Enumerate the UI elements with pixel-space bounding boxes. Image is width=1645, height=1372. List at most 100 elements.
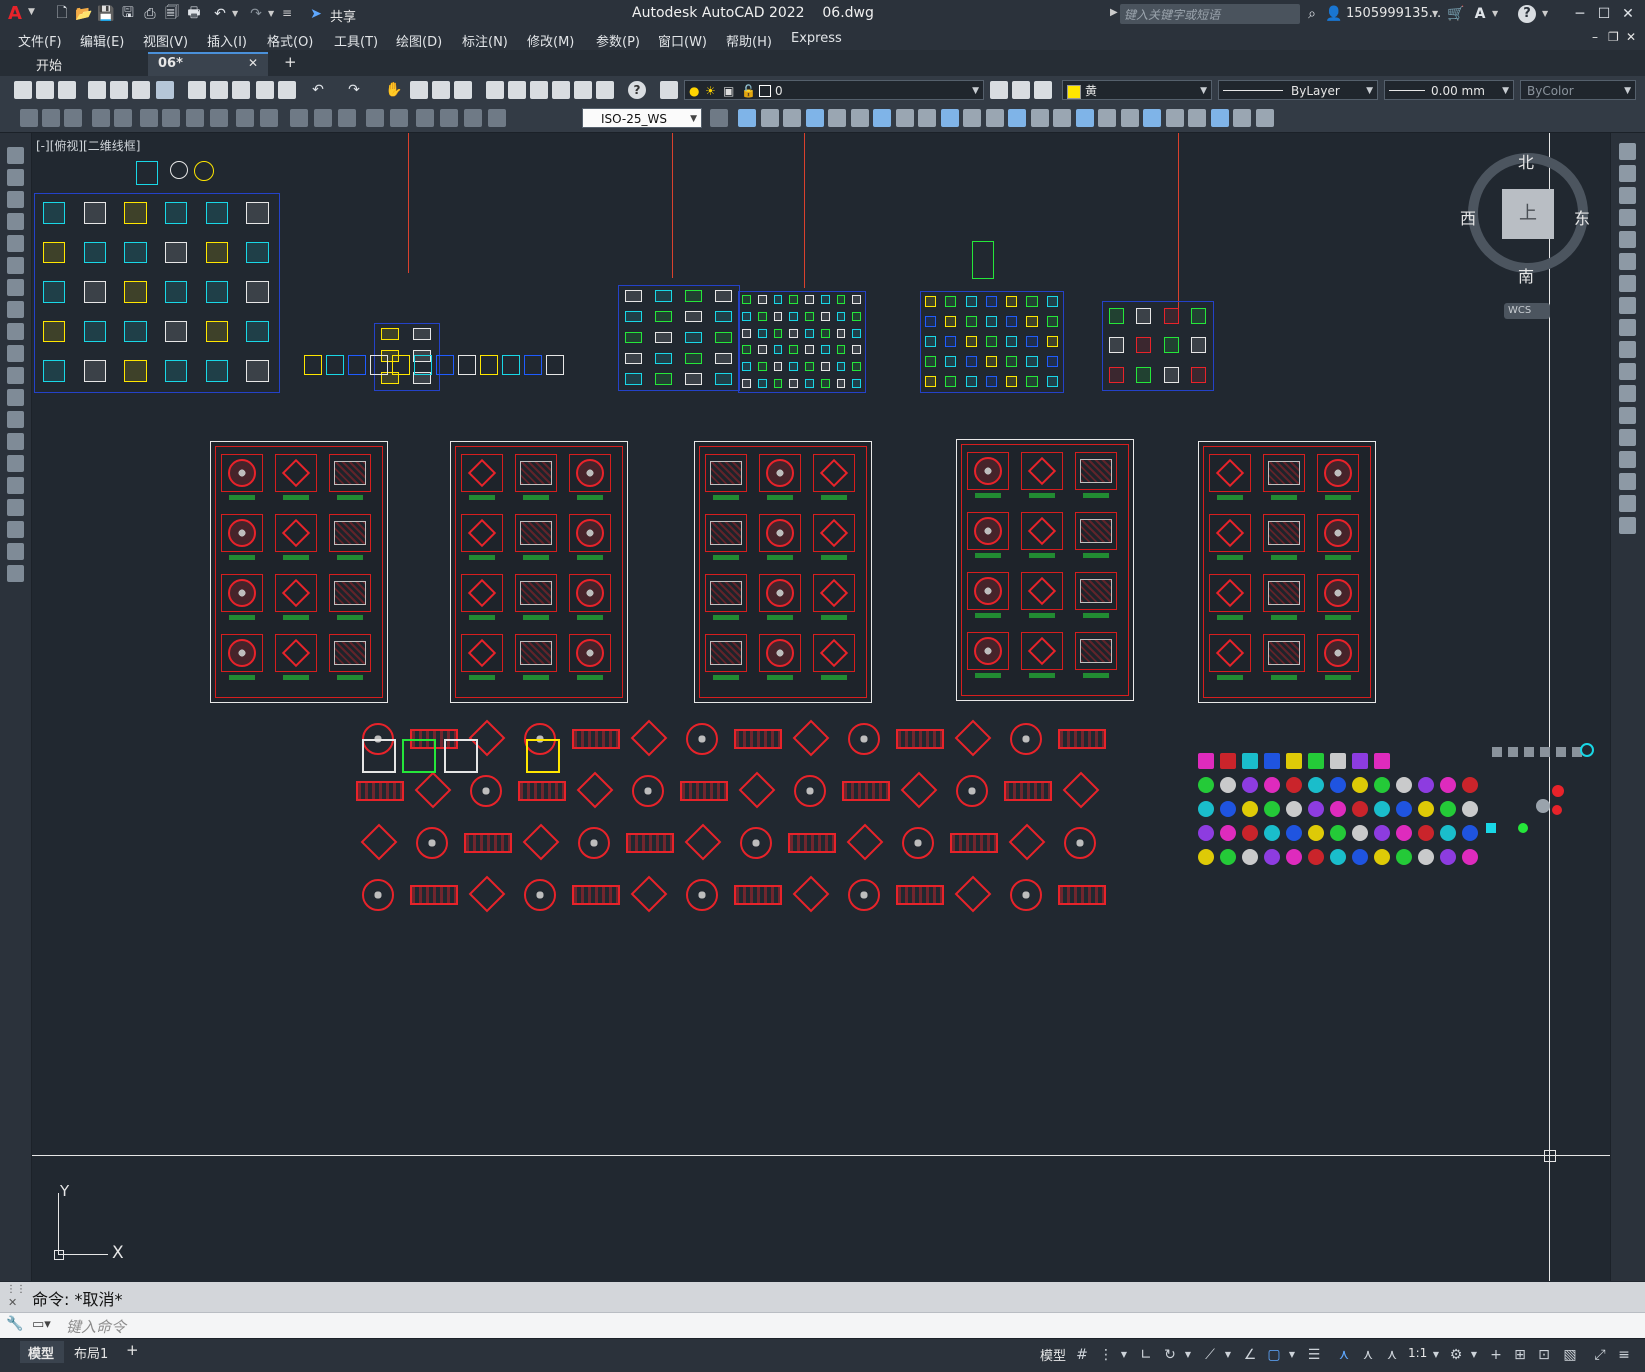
viewcube-north[interactable]: 北 — [1518, 149, 1534, 173]
dim-aligned-icon[interactable] — [42, 109, 60, 127]
qnew-icon[interactable] — [14, 81, 32, 99]
inspect-icon[interactable] — [390, 109, 408, 127]
construction-line-icon[interactable] — [7, 169, 24, 186]
dim-space-icon[interactable] — [290, 109, 308, 127]
open-web-icon[interactable]: 🗐 — [162, 4, 182, 24]
stretch-side-icon[interactable] — [1619, 319, 1636, 336]
copy-icon[interactable] — [210, 81, 228, 99]
group-icon[interactable] — [1143, 109, 1161, 127]
polar-icon[interactable]: ↻ — [1162, 1347, 1178, 1363]
layer-previous-icon[interactable] — [1012, 81, 1030, 99]
redo-tool-icon[interactable]: ↷ — [344, 80, 364, 100]
make-block-icon[interactable] — [7, 411, 24, 428]
app-menu-arrow-icon[interactable]: ▼ — [28, 7, 35, 17]
open-icon[interactable] — [36, 81, 54, 99]
grid-icon[interactable]: # — [1074, 1347, 1090, 1363]
dim-jogged-icon[interactable] — [140, 109, 158, 127]
menu-express[interactable]: Express — [791, 31, 842, 46]
quick-dim-icon[interactable] — [210, 109, 228, 127]
dimstyle-dropdown[interactable]: ISO-25_WS ▼ — [582, 108, 702, 128]
move-side-icon[interactable] — [1619, 253, 1636, 270]
annotation-scale-dropdown-icon[interactable]: ▼ — [1428, 1347, 1444, 1363]
minimize-icon[interactable]: ─ — [1570, 4, 1590, 24]
stretch-icon[interactable] — [918, 109, 936, 127]
isodraft-icon[interactable]: ⟋ — [1202, 1347, 1218, 1363]
calculator-icon[interactable] — [596, 81, 614, 99]
workspace-gear-icon[interactable]: ⚙ — [1448, 1347, 1464, 1363]
drawing-canvas[interactable]: [-][俯视][二维线框] 北 南 东 西 上 WCS Y X — [32, 133, 1610, 1281]
menu-help[interactable]: 帮助(H) — [726, 31, 772, 50]
undo-icon[interactable]: ↶ — [210, 4, 230, 24]
fillet-side-icon[interactable] — [1619, 473, 1636, 490]
dim-text-edit-icon[interactable] — [464, 109, 482, 127]
doc-restore-icon[interactable]: ❐ — [1608, 30, 1619, 44]
mirror-icon[interactable] — [783, 109, 801, 127]
customize-icon[interactable]: 🔧 — [6, 1316, 23, 1332]
lineweight-display-icon[interactable]: ☰ — [1306, 1347, 1322, 1363]
customize-status-icon[interactable]: ≡ — [1616, 1347, 1632, 1363]
break-side-icon[interactable] — [1619, 407, 1636, 424]
menu-window[interactable]: 窗口(W) — [658, 31, 707, 50]
arc-icon[interactable] — [7, 257, 24, 274]
model-space-button[interactable]: 模型 — [1040, 1345, 1066, 1364]
annotation-monitor-icon[interactable]: + — [1488, 1347, 1504, 1363]
spline-icon[interactable] — [7, 323, 24, 340]
clean-screen-icon[interactable]: ⤢ — [1592, 1347, 1608, 1363]
dim-baseline-icon[interactable] — [236, 109, 254, 127]
match-prop-icon[interactable] — [256, 81, 274, 99]
zoom-realtime-icon[interactable] — [410, 81, 428, 99]
offset-icon[interactable] — [805, 109, 824, 127]
make-current-icon[interactable] — [990, 81, 1008, 99]
linetype-dropdown[interactable]: ByLayer ▼ — [1218, 80, 1378, 100]
annotation-visibility-icon[interactable]: ⋏ — [1336, 1347, 1352, 1363]
plotter-icon[interactable] — [132, 81, 150, 99]
dim-ordinate-icon[interactable] — [92, 109, 110, 127]
color-dropdown[interactable]: 黄 ▼ — [1062, 80, 1212, 100]
mirror-side-icon[interactable] — [1619, 187, 1636, 204]
command-close-icon[interactable]: ✕ — [8, 1296, 17, 1309]
dim-continue-icon[interactable] — [260, 109, 278, 127]
plot-icon[interactable]: 🖶 — [184, 4, 204, 24]
move-icon[interactable] — [850, 109, 869, 127]
tab-close-icon[interactable]: ✕ — [248, 56, 258, 70]
object-snap-tracking-icon[interactable]: ∠ — [1242, 1347, 1258, 1363]
insert-block-icon[interactable] — [7, 389, 24, 406]
rotate-side-icon[interactable] — [1619, 275, 1636, 292]
viewport-controls-label[interactable]: [-][俯视][二维线框] — [36, 137, 140, 154]
viewcube-west[interactable]: 西 — [1460, 205, 1476, 229]
explode-side-icon[interactable] — [1619, 517, 1636, 534]
array-side-icon[interactable] — [1619, 231, 1636, 248]
close-icon[interactable]: ✕ — [1618, 4, 1638, 24]
send-back-icon[interactable] — [1233, 109, 1251, 127]
pan-icon[interactable]: ✋ — [384, 80, 404, 100]
paste-icon[interactable] — [232, 81, 250, 99]
publish-tool-icon[interactable] — [156, 81, 174, 99]
explode-icon[interactable] — [1120, 109, 1139, 127]
open-file-icon[interactable]: 📂 — [74, 4, 94, 24]
app-logo[interactable]: A — [8, 3, 22, 24]
cart-icon[interactable]: 🛒 — [1446, 4, 1466, 24]
line-icon[interactable] — [7, 147, 24, 164]
layer-state-icon[interactable] — [1034, 81, 1052, 99]
join-side-icon[interactable] — [1619, 429, 1636, 446]
rectangle-icon[interactable] — [7, 235, 24, 252]
ortho-icon[interactable]: ∟ — [1138, 1347, 1154, 1363]
add-layout-button[interactable]: + — [126, 1341, 139, 1359]
menu-dimension[interactable]: 标注(N) — [462, 31, 508, 50]
object-snap-icon[interactable]: ▢ — [1266, 1347, 1282, 1363]
break-at-point-icon[interactable] — [985, 109, 1004, 127]
revision-cloud-icon[interactable] — [7, 301, 24, 318]
layer-dropdown[interactable]: ● ☀ ▣ 🔓 0 ▼ — [684, 80, 984, 100]
menu-insert[interactable]: 插入(I) — [207, 31, 247, 50]
wcs-menu[interactable]: WCS — [1504, 303, 1550, 319]
help-dropdown-icon[interactable]: ▼ — [1542, 9, 1548, 18]
annotation-scale-icon[interactable]: ⋏ — [1384, 1347, 1400, 1363]
user-name[interactable]: 1505999135... — [1346, 6, 1441, 21]
trim-side-icon[interactable] — [1619, 341, 1636, 358]
copy-object-icon[interactable] — [760, 109, 779, 127]
blend-icon[interactable] — [1098, 109, 1116, 127]
join-icon[interactable] — [1030, 109, 1049, 127]
zoom-previous-icon[interactable] — [454, 81, 472, 99]
doc-close-icon[interactable]: ✕ — [1626, 30, 1636, 44]
user-dropdown-icon[interactable]: ▼ — [1432, 9, 1438, 18]
